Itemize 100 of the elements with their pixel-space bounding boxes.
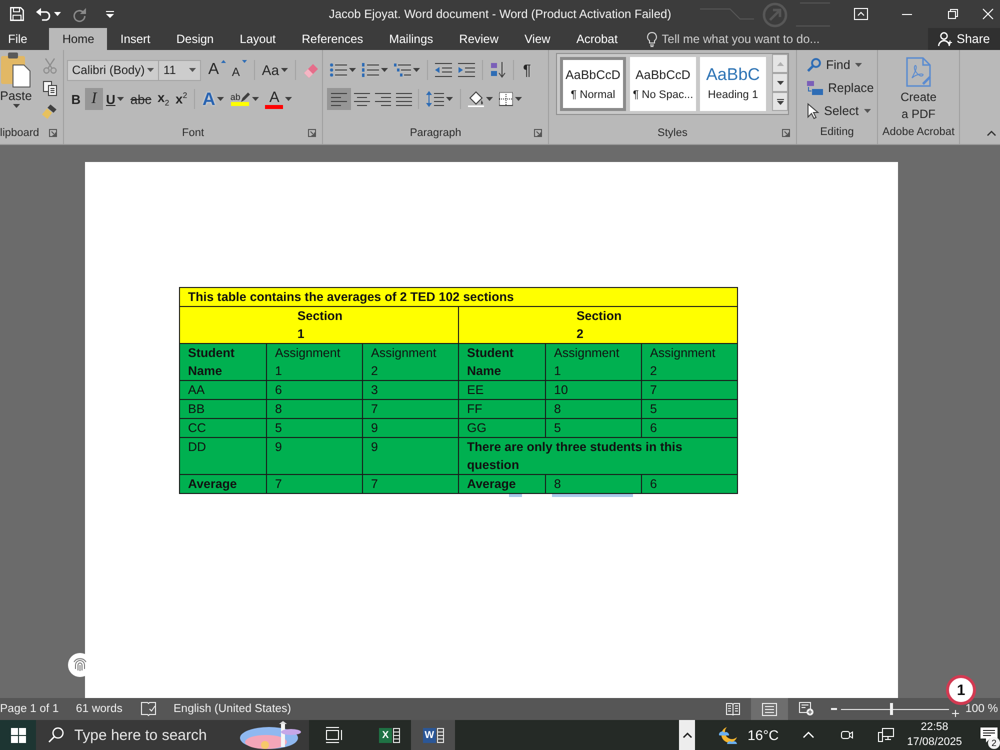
ribbon-display-icon: [854, 8, 868, 20]
line-spacing-icon: [426, 91, 444, 107]
style-option[interactable]: AaBbC Heading 1: [700, 57, 766, 111]
grow-font-button[interactable]: A: [205, 59, 229, 81]
table-cell: 6: [642, 418, 738, 438]
notifications-button[interactable]: 2: [977, 720, 1000, 750]
caret-icon: [515, 97, 522, 101]
show-formatting-marks-button[interactable]: ¶: [518, 59, 536, 81]
windows-logo-icon: [10, 728, 26, 742]
lightbulb-icon: [646, 32, 657, 46]
table-cell: 5: [642, 400, 738, 418]
word-count: 61 words: [76, 703, 122, 715]
underline-mark: [509, 494, 522, 497]
clock[interactable]: 22:58 17/08/2025: [904, 721, 966, 749]
ribbon-tab[interactable]: Home: [49, 28, 108, 50]
chevron-up-icon: [682, 732, 692, 738]
down-triangle-icon: [242, 60, 247, 63]
tell-me-field[interactable]: Tell me what you want to do...: [662, 30, 837, 48]
search-highlight-drawing: [238, 721, 303, 749]
alignment-lines-icon: [331, 92, 347, 106]
more-styles-button[interactable]: [772, 92, 788, 111]
ribbon-tab[interactable]: File: [0, 28, 50, 50]
caret-icon: [446, 97, 453, 101]
paste-button[interactable]: Paste: [0, 50, 32, 122]
excel-taskbar-button[interactable]: X: [367, 720, 412, 750]
bulleted-list-icon: [330, 63, 347, 77]
collapse-ribbon-button[interactable]: [987, 131, 996, 136]
proofing-icon: [140, 702, 156, 716]
copy-button[interactable]: [40, 78, 59, 99]
up-triangle-icon: [776, 62, 784, 66]
shrink-font-button[interactable]: A: [228, 59, 250, 81]
group-label: Editing: [820, 126, 854, 138]
zoom-in-button[interactable]: [951, 707, 960, 719]
table-cell: 9: [362, 438, 458, 474]
caret-icon: [106, 10, 114, 18]
word-taskbar-button[interactable]: W: [411, 720, 456, 750]
find-button[interactable]: Find: [805, 54, 876, 76]
scroll-down-button[interactable]: [772, 73, 788, 92]
align-left-button[interactable]: [327, 88, 351, 110]
caret-icon: [413, 68, 420, 72]
table-cell: There are only three students in this question: [458, 438, 738, 474]
replace-button[interactable]: Replace: [805, 77, 876, 99]
ribbon-tab[interactable]: Insert: [107, 28, 164, 50]
ribbon-tab[interactable]: View: [512, 28, 564, 50]
bold-button[interactable]: B: [67, 88, 85, 110]
decrease-indent-icon: [435, 63, 452, 77]
up-triangle-icon: [220, 60, 226, 63]
cursor-icon: [807, 103, 819, 119]
search-field[interactable]: Type here to search: [74, 725, 234, 745]
dialog-launcher-icon: [308, 129, 316, 137]
table-cell: 3: [362, 380, 458, 400]
font-color-button[interactable]: A: [262, 88, 296, 110]
table-cell: FF: [458, 400, 546, 418]
font-size-dropdown[interactable]: 11: [158, 60, 202, 80]
ribbon-tab[interactable]: References: [288, 28, 376, 50]
table-cell: This table contains the averages of 2 TED 102 sections: [180, 288, 738, 306]
subscript-button[interactable]: x$_{2}$: [154, 88, 172, 110]
style-option[interactable]: AaBbCcD ¶ Normal: [560, 57, 626, 111]
ribbon-tab[interactable]: Mailings: [376, 28, 446, 50]
ribbon-tab[interactable]: Acrobat: [563, 28, 631, 50]
task-view-icon: [326, 727, 343, 743]
italic-button[interactable]: I: [85, 88, 103, 110]
caret-icon: [147, 68, 154, 72]
font-name-dropdown[interactable]: Calibri (Body): [67, 60, 160, 80]
redo-icon: [73, 8, 86, 20]
group-label: Paragraph: [410, 127, 462, 139]
print-layout-button[interactable]: [751, 698, 788, 720]
create-pdf-button[interactable]: Create a PDF: [878, 50, 959, 122]
show-more-button[interactable]: [679, 720, 696, 750]
select-button[interactable]: Select: [805, 100, 876, 122]
taskbar-search-box[interactable]: Type here to search: [36, 720, 309, 750]
ribbon-tab[interactable]: Design: [163, 28, 227, 50]
table-cell: Assignment 1: [546, 344, 642, 380]
ribbon-tab[interactable]: Layout: [226, 28, 289, 50]
table-cell: 7: [362, 400, 458, 418]
table-cell: 5: [266, 418, 362, 438]
start-button[interactable]: [0, 720, 36, 750]
alignment-lines-icon: [396, 92, 412, 106]
highlight-color-button[interactable]: ab: [227, 88, 262, 110]
change-case-button[interactable]: Aa: [258, 59, 291, 81]
weather-widget[interactable]: 16°C: [717, 720, 779, 750]
table-cell: Student Name: [180, 344, 266, 380]
table-cell: 8: [546, 474, 642, 494]
alignment-lines-icon: [354, 92, 370, 106]
underline-button[interactable]: U: [103, 88, 128, 110]
ribbon-tab[interactable]: Review: [446, 28, 512, 50]
minus-icon: [831, 708, 838, 710]
sort-icon: [490, 62, 506, 78]
multilevel-list-icon: [394, 63, 411, 77]
strikethrough-button[interactable]: abc: [127, 88, 154, 110]
replace-icon: [807, 81, 823, 95]
scissors-icon: [42, 58, 56, 74]
zoom-level[interactable]: 100 %: [965, 703, 998, 715]
zoom-thumb[interactable]: [890, 703, 894, 715]
chevron-up-icon: [987, 131, 996, 136]
caret-icon: [252, 97, 260, 101]
superscript-button[interactable]: x$^{2}$: [172, 88, 190, 110]
dialog-launcher-icon: [49, 129, 57, 137]
share-button[interactable]: Share: [928, 28, 1000, 50]
style-option[interactable]: AaBbCcD ¶ No Spac...: [630, 57, 696, 111]
